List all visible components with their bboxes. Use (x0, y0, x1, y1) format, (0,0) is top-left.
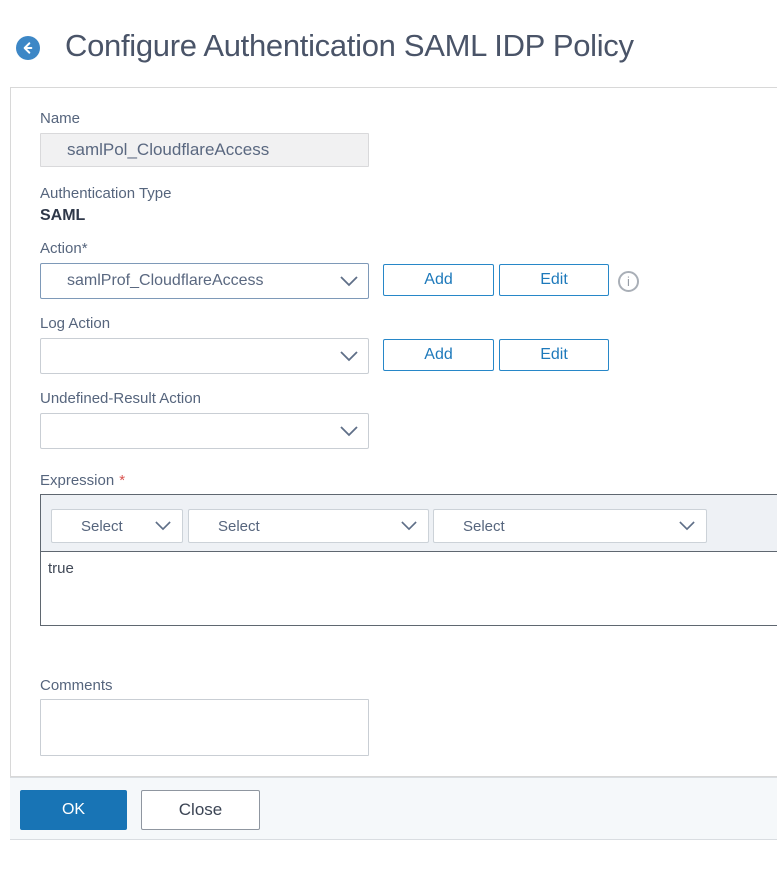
log-action-label: Log Action (40, 315, 110, 332)
footer-bar: OK Close (10, 777, 777, 840)
arrow-left-icon (20, 40, 36, 56)
page-title: Configure Authentication SAML IDP Policy (65, 28, 634, 64)
comments-label: Comments (40, 677, 113, 694)
info-icon[interactable]: i (618, 271, 639, 292)
action-label: Action* (40, 240, 88, 257)
action-dropdown[interactable]: samlProf_CloudflareAccess (40, 263, 369, 299)
expression-toolbar: Select Select Select (41, 495, 777, 552)
authentication-type-value: SAML (40, 207, 85, 225)
undefined-result-action-label: Undefined-Result Action (40, 390, 201, 407)
chevron-down-icon (340, 276, 358, 287)
chevron-down-icon (340, 351, 358, 362)
close-button[interactable]: Close (141, 790, 260, 830)
expression-input[interactable]: true (41, 552, 777, 633)
back-button[interactable] (16, 36, 40, 60)
undefined-result-action-dropdown[interactable] (40, 413, 369, 449)
expression-editor: Select Select Select true (40, 494, 777, 626)
expression-select-1[interactable]: Select (51, 509, 183, 543)
expression-select-2[interactable]: Select (188, 509, 429, 543)
name-input[interactable] (40, 133, 369, 167)
authentication-type-label: Authentication Type (40, 185, 171, 202)
action-edit-button[interactable]: Edit (499, 264, 609, 296)
chevron-down-icon (340, 426, 358, 437)
expression-select-3[interactable]: Select (433, 509, 707, 543)
action-dropdown-value: samlProf_CloudflareAccess (41, 272, 340, 290)
action-add-button[interactable]: Add (383, 264, 494, 296)
name-label: Name (40, 110, 80, 127)
chevron-down-icon (155, 521, 171, 531)
comments-input[interactable] (40, 699, 369, 756)
form-panel: Name Authentication Type SAML Action* sa… (10, 87, 777, 777)
chevron-down-icon (401, 521, 417, 531)
required-asterisk: * (119, 472, 125, 489)
log-action-add-button[interactable]: Add (383, 339, 494, 371)
log-action-dropdown[interactable] (40, 338, 369, 374)
log-action-edit-button[interactable]: Edit (499, 339, 609, 371)
expression-label: Expression* (40, 472, 125, 489)
ok-button[interactable]: OK (20, 790, 127, 830)
chevron-down-icon (679, 521, 695, 531)
